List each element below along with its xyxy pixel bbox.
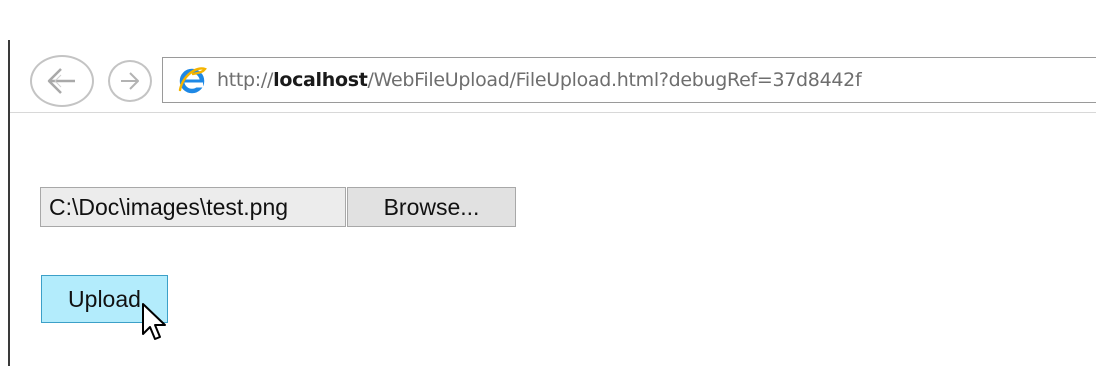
navigation-toolbar: http://localhost/WebFileUpload/FileUploa… xyxy=(10,52,1096,112)
window-left-border xyxy=(0,40,10,366)
url-path: /WebFileUpload/FileUpload.html?debugRef=… xyxy=(367,69,862,91)
forward-button[interactable] xyxy=(108,60,152,102)
address-bar[interactable]: http://localhost/WebFileUpload/FileUploa… xyxy=(162,57,1096,103)
url-prefix: http:// xyxy=(217,69,274,91)
browse-button[interactable]: Browse... xyxy=(347,187,516,227)
back-arrow-icon xyxy=(47,68,75,94)
forward-arrow-icon xyxy=(121,72,139,90)
internet-explorer-icon xyxy=(177,65,207,95)
browser-window: http://localhost/WebFileUpload/FileUploa… xyxy=(0,0,1096,366)
url-host: localhost xyxy=(273,69,368,91)
url-text[interactable]: http://localhost/WebFileUpload/FileUploa… xyxy=(217,69,862,91)
back-button[interactable] xyxy=(30,55,94,107)
file-path-field[interactable]: C:\Doc\images\test.png xyxy=(40,187,346,227)
toolbar-divider xyxy=(10,112,1096,113)
mouse-pointer-icon xyxy=(142,303,166,340)
file-input[interactable]: C:\Doc\images\test.png Browse... xyxy=(40,187,516,227)
